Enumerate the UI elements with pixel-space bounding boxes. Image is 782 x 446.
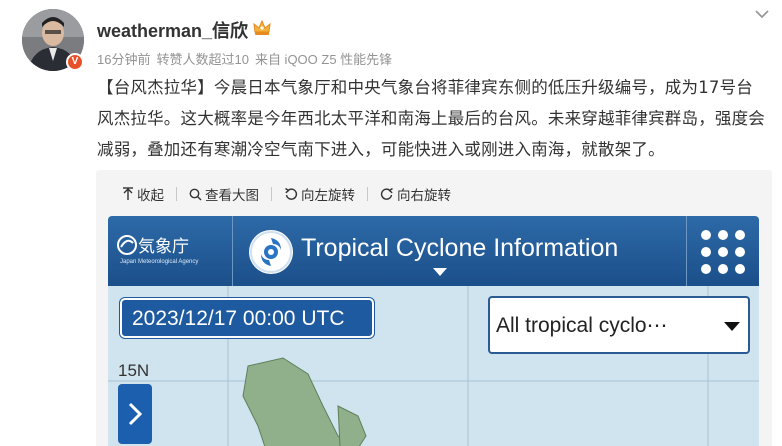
cyclone-select[interactable]: All tropical cyclo⋯ [488, 296, 750, 354]
map-title: Tropical Cyclone Information [301, 234, 619, 262]
chevron-right-icon [128, 402, 143, 426]
rotate-left-icon [285, 187, 298, 200]
rotate-right-button[interactable]: 向右旋转 [380, 184, 451, 204]
toolbar-divider [367, 187, 368, 201]
caret-down-icon[interactable] [433, 268, 447, 276]
toolbar-divider [176, 187, 177, 201]
verified-badge: V [66, 53, 84, 71]
collapse-label: 收起 [137, 188, 164, 203]
header-divider [686, 216, 687, 286]
crown-icon[interactable] [252, 18, 272, 38]
jma-name: 気象庁 [138, 237, 189, 257]
rotate-left-label: 向左旋转 [301, 188, 355, 203]
next-arrow-button[interactable] [118, 384, 152, 444]
tropical-cyclone-icon [249, 230, 293, 274]
header-divider [232, 216, 233, 286]
username[interactable]: weatherman_信欣 [97, 17, 248, 43]
weibo-post: V weatherman_信欣 16分钟前 转赞人数超过10 来自 iQOO Z5 … [0, 0, 782, 446]
rotate-right-icon [380, 187, 393, 200]
jma-subtitle: Japan Meteorological Agency [120, 259, 199, 265]
post-text: 【台风杰拉华】今晨日本气象厅和中央气象台将菲律宾东侧的低压升级编号，成为17号台… [97, 78, 765, 159]
post-source[interactable]: 来自 iQOO Z5 性能先锋 [255, 52, 392, 67]
map-body: 2023/12/17 00:00 UTC All tropical cyclo⋯… [108, 286, 759, 446]
map-header: 気象庁 Japan Meteorological Agency Tropical… [108, 216, 759, 286]
typhoon-map-image[interactable]: 気象庁 Japan Meteorological Agency Tropical… [108, 216, 759, 446]
cyclone-select-value: All tropical cyclo⋯ [496, 314, 668, 337]
view-large-button[interactable]: 查看大图 [189, 184, 259, 204]
dropdown-caret-icon [724, 322, 740, 331]
jma-logo: 気象庁 Japan Meteorological Agency [116, 232, 198, 265]
post-time[interactable]: 16分钟前 [97, 52, 150, 67]
timestamp: 2023/12/17 00:00 UTC [132, 307, 345, 330]
toolbar-divider [271, 187, 272, 201]
chevron-down-icon[interactable] [752, 6, 772, 22]
grid-menu-icon[interactable] [701, 230, 745, 274]
post-meta: 16分钟前 转赞人数超过10 来自 iQOO Z5 性能先锋 [97, 49, 398, 68]
search-icon [189, 188, 202, 200]
repost-count: 转赞人数超过10 [156, 52, 249, 67]
view-large-label: 查看大图 [205, 188, 259, 203]
arrow-up-icon [123, 187, 133, 200]
jma-emblem-icon [117, 234, 137, 255]
rotate-left-button[interactable]: 向左旋转 [284, 184, 355, 204]
collapse-button[interactable]: 收起 [122, 184, 164, 204]
avatar[interactable]: V [22, 9, 84, 71]
image-toolbar: 收起 查看大图 向左旋转 向右旋转 [122, 184, 451, 204]
latitude-label: 15N [118, 361, 150, 380]
rotate-right-label: 向右旋转 [397, 188, 451, 203]
timestamp-box: 2023/12/17 00:00 UTC [120, 298, 374, 338]
